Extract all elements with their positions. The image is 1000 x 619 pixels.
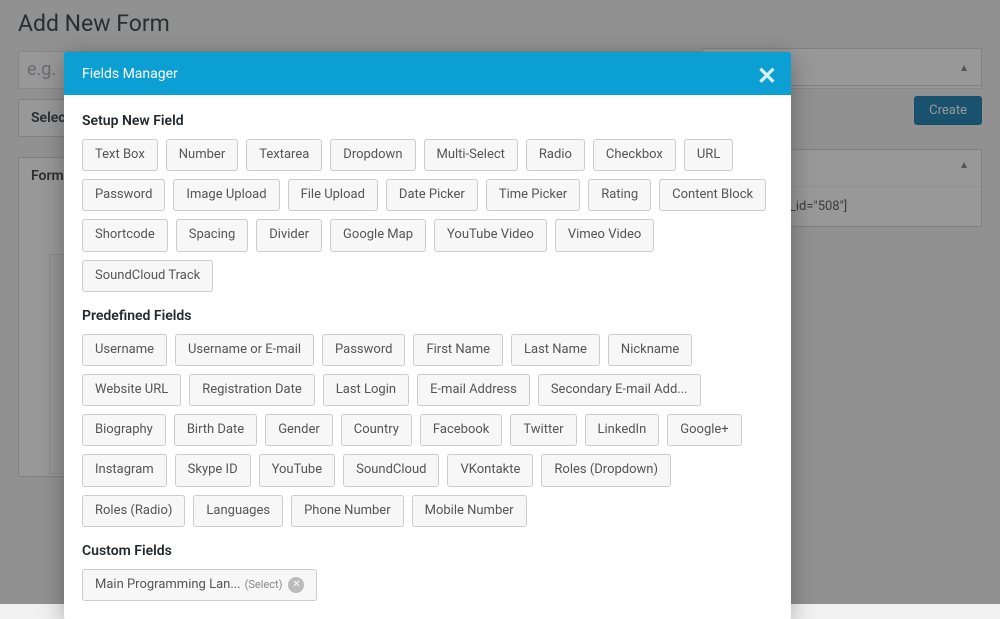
field-country[interactable]: Country [341,414,412,446]
field-roles-radio[interactable]: Roles (Radio) [82,495,185,527]
field-registration-date[interactable]: Registration Date [189,374,315,406]
field-username[interactable]: Username [82,334,167,366]
custom-field-label: Main Programming Lan... [95,576,241,594]
field-password[interactable]: Password [82,179,165,211]
predefined-section-title: Predefined Fields [82,308,773,324]
field-content-block[interactable]: Content Block [659,179,766,211]
field-time-picker[interactable]: Time Picker [486,179,580,211]
field-youtube-video[interactable]: YouTube Video [434,219,547,251]
field-last-login[interactable]: Last Login [323,374,409,406]
field-vimeo-video[interactable]: Vimeo Video [555,219,654,251]
custom-field-main-programming-lan[interactable]: Main Programming Lan... (Select) ✕ [82,569,317,601]
setup-section-title: Setup New Field [82,113,773,129]
field-birth-date[interactable]: Birth Date [174,414,257,446]
remove-icon[interactable]: ✕ [288,577,304,593]
field-vkontakte[interactable]: VKontakte [447,454,533,486]
field-divider[interactable]: Divider [256,219,322,251]
field-file-upload[interactable]: File Upload [288,179,378,211]
close-icon[interactable]: ✕ [757,62,777,90]
custom-section-title: Custom Fields [82,543,773,559]
field-soundcloud-track[interactable]: SoundCloud Track [82,260,213,292]
field-google-map[interactable]: Google Map [330,219,426,251]
field-number[interactable]: Number [166,139,238,171]
field-linkedin[interactable]: LinkedIn [585,414,660,446]
fields-manager-modal: Fields Manager ✕ Setup New Field Text Bo… [64,52,791,619]
field-twitter[interactable]: Twitter [510,414,576,446]
field-soundcloud[interactable]: SoundCloud [343,454,439,486]
field-spacing[interactable]: Spacing [176,219,249,251]
field-dropdown[interactable]: Dropdown [330,139,415,171]
field-first-name[interactable]: First Name [413,334,503,366]
field-multi-select[interactable]: Multi-Select [424,139,518,171]
field-website-url[interactable]: Website URL [82,374,181,406]
field-password[interactable]: Password [322,334,405,366]
field-youtube[interactable]: YouTube [259,454,336,486]
field-google[interactable]: Google+ [667,414,741,446]
field-shortcode[interactable]: Shortcode [82,219,168,251]
field-username-or-e-mail[interactable]: Username or E-mail [175,334,314,366]
field-radio[interactable]: Radio [526,139,585,171]
field-checkbox[interactable]: Checkbox [593,139,676,171]
field-languages[interactable]: Languages [193,495,283,527]
field-e-mail-address[interactable]: E-mail Address [417,374,530,406]
field-biography[interactable]: Biography [82,414,166,446]
field-instagram[interactable]: Instagram [82,454,167,486]
field-mobile-number[interactable]: Mobile Number [412,495,527,527]
field-rating[interactable]: Rating [588,179,651,211]
field-last-name[interactable]: Last Name [511,334,600,366]
field-facebook[interactable]: Facebook [420,414,502,446]
field-textarea[interactable]: Textarea [246,139,322,171]
field-skype-id[interactable]: Skype ID [175,454,251,486]
field-gender[interactable]: Gender [265,414,333,446]
field-text-box[interactable]: Text Box [82,139,158,171]
field-image-upload[interactable]: Image Upload [173,179,279,211]
field-roles-dropdown[interactable]: Roles (Dropdown) [541,454,671,486]
field-url[interactable]: URL [684,139,733,171]
custom-field-type: (Select) [245,577,283,592]
field-nickname[interactable]: Nickname [608,334,692,366]
field-phone-number[interactable]: Phone Number [291,495,404,527]
field-secondary-e-mail-add[interactable]: Secondary E-mail Add... [538,374,701,406]
modal-title: Fields Manager [82,66,178,82]
field-date-picker[interactable]: Date Picker [386,179,478,211]
